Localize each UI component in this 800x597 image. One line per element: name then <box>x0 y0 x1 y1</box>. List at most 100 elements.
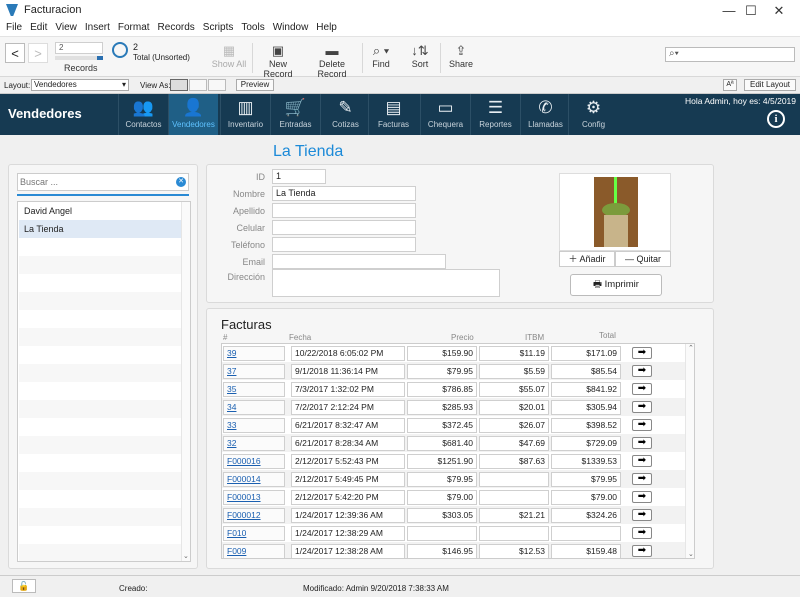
menu-view[interactable]: View <box>55 22 77 33</box>
cell-id[interactable]: 32 <box>223 436 285 451</box>
arrow-right-icon[interactable]: ➡ <box>632 437 652 449</box>
next-record-button[interactable]: > <box>28 43 48 63</box>
list-scrollbar[interactable]: ⌄ <box>181 202 190 561</box>
close-button[interactable]: ✕ <box>756 0 800 21</box>
arrow-right-icon[interactable]: ➡ <box>632 545 652 557</box>
cell-fecha: 6/21/2017 8:28:34 AM <box>291 436 405 451</box>
show-all-button[interactable]: ▦ Show All <box>210 42 248 69</box>
menu-insert[interactable]: Insert <box>85 22 110 33</box>
menu-format[interactable]: Format <box>118 22 150 33</box>
view-form-button[interactable] <box>170 79 188 91</box>
plus-icon: ＋ <box>568 254 578 264</box>
record-slider[interactable] <box>55 56 103 60</box>
cell-itbm: $12.53 <box>479 544 549 558</box>
field-nombre[interactable]: La Tienda <box>272 186 416 201</box>
tab-cotizas[interactable]: ✎ Cotizas <box>320 94 370 135</box>
clear-search-icon[interactable]: ✕ <box>176 177 186 187</box>
view-table-button[interactable] <box>208 79 226 91</box>
arrow-right-icon[interactable]: ➡ <box>632 455 652 467</box>
checkbook-icon: ▭ <box>437 98 454 117</box>
cell-precio: $79.95 <box>407 472 477 487</box>
tab-reportes[interactable]: ☰ Reportes <box>470 94 520 135</box>
cell-total: $79.95 <box>551 472 621 487</box>
share-icon: ⇪ <box>455 43 467 58</box>
list-item <box>19 274 181 292</box>
cell-id[interactable]: 37 <box>223 364 285 379</box>
new-record-button[interactable]: ▣ New Record <box>255 42 301 79</box>
menu-window[interactable]: Window <box>273 22 309 33</box>
tab-vendedores[interactable]: 👤 Vendedores <box>168 94 218 135</box>
format-bar-button[interactable]: Aª <box>723 79 737 91</box>
tab-inventario[interactable]: ▥ Inventario <box>220 94 270 135</box>
find-button[interactable]: ⌕ ▾ Find <box>367 42 395 69</box>
quick-find-input[interactable]: ⌕▾ <box>665 47 795 62</box>
cell-precio: $786.85 <box>407 382 477 397</box>
list-item <box>19 400 181 418</box>
search-icon: ⌕ ▾ <box>372 43 390 58</box>
menu-tools[interactable]: Tools <box>241 22 264 33</box>
sort-button[interactable]: ↓⇅ Sort <box>408 42 432 69</box>
remove-photo-button[interactable]: — Quitar <box>615 251 671 267</box>
sidebar-search[interactable]: ✕ <box>17 173 189 191</box>
prev-record-button[interactable]: < <box>5 43 25 63</box>
record-number-input[interactable]: 2 <box>55 42 103 54</box>
portal-scrollbar[interactable]: ⌃ ⌄ <box>685 344 694 558</box>
table-row: 33 6/21/2017 8:32:47 AM $372.45 $26.07 $398.… <box>222 416 685 434</box>
cell-id[interactable]: F000012 <box>223 508 285 523</box>
facturas-panel: Facturas # Fecha Precio ITBM Total 39 10/… <box>206 308 714 569</box>
minus-icon: — <box>624 254 634 264</box>
search-input[interactable] <box>20 175 170 189</box>
share-button[interactable]: ⇪ Share <box>448 42 474 69</box>
menu-records[interactable]: Records <box>158 22 195 33</box>
arrow-right-icon[interactable]: ➡ <box>632 527 652 539</box>
cell-id[interactable]: 35 <box>223 382 285 397</box>
menu-help[interactable]: Help <box>316 22 337 33</box>
tab-llamadas[interactable]: ✆ Llamadas <box>520 94 570 135</box>
arrow-right-icon[interactable]: ➡ <box>632 473 652 485</box>
sort-icon: ↓⇅ <box>411 43 429 58</box>
view-list-button[interactable] <box>189 79 207 91</box>
cell-id[interactable]: F000013 <box>223 490 285 505</box>
field-teléfono[interactable] <box>272 237 416 252</box>
menu-edit[interactable]: Edit <box>30 22 47 33</box>
cell-id[interactable]: F000016 <box>223 454 285 469</box>
list-item[interactable]: La Tienda <box>19 220 181 238</box>
tab-config[interactable]: ⚙ Config <box>568 94 618 135</box>
field-email[interactable] <box>272 254 446 269</box>
field-id[interactable]: 1 <box>272 169 326 184</box>
cell-id[interactable]: 39 <box>223 346 285 361</box>
tab-entradas[interactable]: 🛒 Entradas <box>270 94 320 135</box>
info-icon[interactable]: i <box>767 110 785 128</box>
arrow-right-icon[interactable]: ➡ <box>632 401 652 413</box>
lock-icon[interactable]: 🔓 <box>12 579 36 593</box>
add-photo-button[interactable]: ＋ Añadir <box>559 251 615 267</box>
cell-id[interactable]: 34 <box>223 400 285 415</box>
field-apellido[interactable] <box>272 203 416 218</box>
arrow-right-icon[interactable]: ➡ <box>632 509 652 521</box>
menu-scripts[interactable]: Scripts <box>203 22 234 33</box>
layout-select[interactable]: Vendedores ▾ <box>31 79 129 91</box>
cell-id[interactable]: F009 <box>223 544 285 558</box>
edit-layout-button[interactable]: Edit Layout <box>744 79 796 91</box>
arrow-right-icon[interactable]: ➡ <box>632 383 652 395</box>
tab-chequera[interactable]: ▭ Chequera <box>420 94 470 135</box>
arrow-right-icon[interactable]: ➡ <box>632 419 652 431</box>
arrow-right-icon[interactable]: ➡ <box>632 347 652 359</box>
cell-total: $398.52 <box>551 418 621 433</box>
cell-id[interactable]: F010 <box>223 526 285 541</box>
list-item[interactable]: David Angel <box>19 202 181 220</box>
cell-total <box>551 526 621 541</box>
arrow-right-icon[interactable]: ➡ <box>632 365 652 377</box>
preview-button[interactable]: Preview <box>236 79 274 91</box>
cell-itbm: $11.19 <box>479 346 549 361</box>
cell-id[interactable]: 33 <box>223 418 285 433</box>
delete-record-button[interactable]: ▬ Delete Record <box>305 42 359 79</box>
print-button[interactable]: 🖶 Imprimir <box>570 274 662 296</box>
field-dirección[interactable] <box>272 269 500 297</box>
field-celular[interactable] <box>272 220 416 235</box>
cell-id[interactable]: F000014 <box>223 472 285 487</box>
arrow-right-icon[interactable]: ➡ <box>632 491 652 503</box>
tab-facturas[interactable]: ▤ Facturas <box>368 94 418 135</box>
menu-file[interactable]: File <box>6 22 22 33</box>
tab-contactos[interactable]: 👥 Contactos <box>118 94 168 135</box>
